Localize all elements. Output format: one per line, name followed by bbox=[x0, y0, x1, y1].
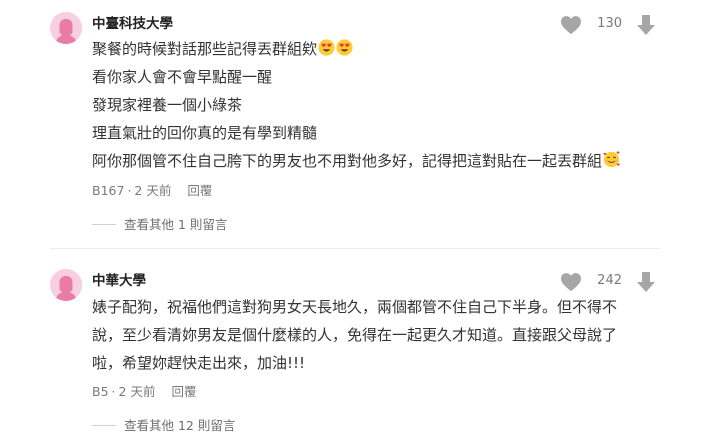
floor-number: B167 bbox=[92, 183, 125, 198]
comment-divider bbox=[50, 248, 660, 249]
avatar[interactable] bbox=[50, 269, 82, 301]
dislike-arrow-down-icon[interactable] bbox=[636, 14, 656, 36]
comment-line: 發現家裡養一個小綠茶 bbox=[92, 96, 243, 114]
reply-button[interactable]: 回覆 bbox=[171, 384, 196, 399]
comment-line: 聚餐的時候對話那些記得丟群組欸 bbox=[92, 35, 662, 63]
like-count: 242 bbox=[597, 273, 622, 288]
reaction-group: 242 bbox=[560, 270, 660, 294]
post-time: 2 天前 bbox=[118, 384, 156, 399]
heart-eyes-emoji-icon bbox=[318, 39, 335, 56]
meta-separator: · bbox=[127, 183, 132, 198]
comment-line: 看你家人會不會早點醒一醒 bbox=[92, 68, 273, 86]
comment-body: 婊子配狗，祝福他們這對狗男女天長地久，兩個都管不住自己下半身。但不得不 說，至少… bbox=[92, 293, 662, 377]
comment-line: 理直氣壯的回你真的是有學到精髓 bbox=[92, 124, 318, 142]
author-school: 中華大學 bbox=[92, 273, 146, 289]
floor-number: B5 bbox=[92, 384, 109, 399]
reply-button[interactable]: 回覆 bbox=[187, 183, 212, 198]
smiling-face-with-hearts-emoji-icon bbox=[603, 151, 620, 168]
comment-meta: B5 · 2 天前 回覆 bbox=[92, 384, 196, 400]
comment-line: 說，至少看清妳男友是個什麼樣的人，免得在一起更久才知道。直接跟父母說了 bbox=[92, 326, 618, 344]
comment-line: 啦，希望妳趕快走出來，加油!!! bbox=[92, 354, 306, 372]
reaction-group: 130 bbox=[560, 13, 660, 37]
avatar[interactable] bbox=[50, 12, 82, 44]
female-avatar-icon bbox=[50, 269, 82, 301]
comment-line: 婊子配狗，祝福他們這對狗男女天長地久，兩個都管不住自己下半身。但不得不 bbox=[92, 298, 618, 316]
divider-dash bbox=[92, 224, 116, 225]
dislike-arrow-down-icon[interactable] bbox=[636, 271, 656, 293]
heart-icon[interactable] bbox=[560, 272, 582, 292]
author-school: 中臺科技大學 bbox=[92, 16, 173, 32]
view-more-replies-link[interactable]: 查看其他 1 則留言 bbox=[92, 217, 227, 233]
comment-line: 阿你那個管不住自己胯下的男友也不用對他多好，記得把這對貼在一起丟群組 bbox=[92, 147, 662, 175]
female-avatar-icon bbox=[50, 12, 82, 44]
heart-icon[interactable] bbox=[560, 15, 582, 35]
meta-separator: · bbox=[111, 384, 116, 399]
view-more-replies-link[interactable]: 查看其他 12 則留言 bbox=[92, 418, 235, 434]
post-time: 2 天前 bbox=[134, 183, 172, 198]
heart-eyes-emoji-icon bbox=[336, 39, 353, 56]
divider-dash bbox=[92, 425, 116, 426]
like-count: 130 bbox=[597, 16, 622, 31]
comment-meta: B167 · 2 天前 回覆 bbox=[92, 183, 212, 199]
comment-body: 聚餐的時候對話那些記得丟群組欸 看你家人會不會早點醒一醒 發現家裡養一個小綠茶 … bbox=[92, 35, 662, 175]
